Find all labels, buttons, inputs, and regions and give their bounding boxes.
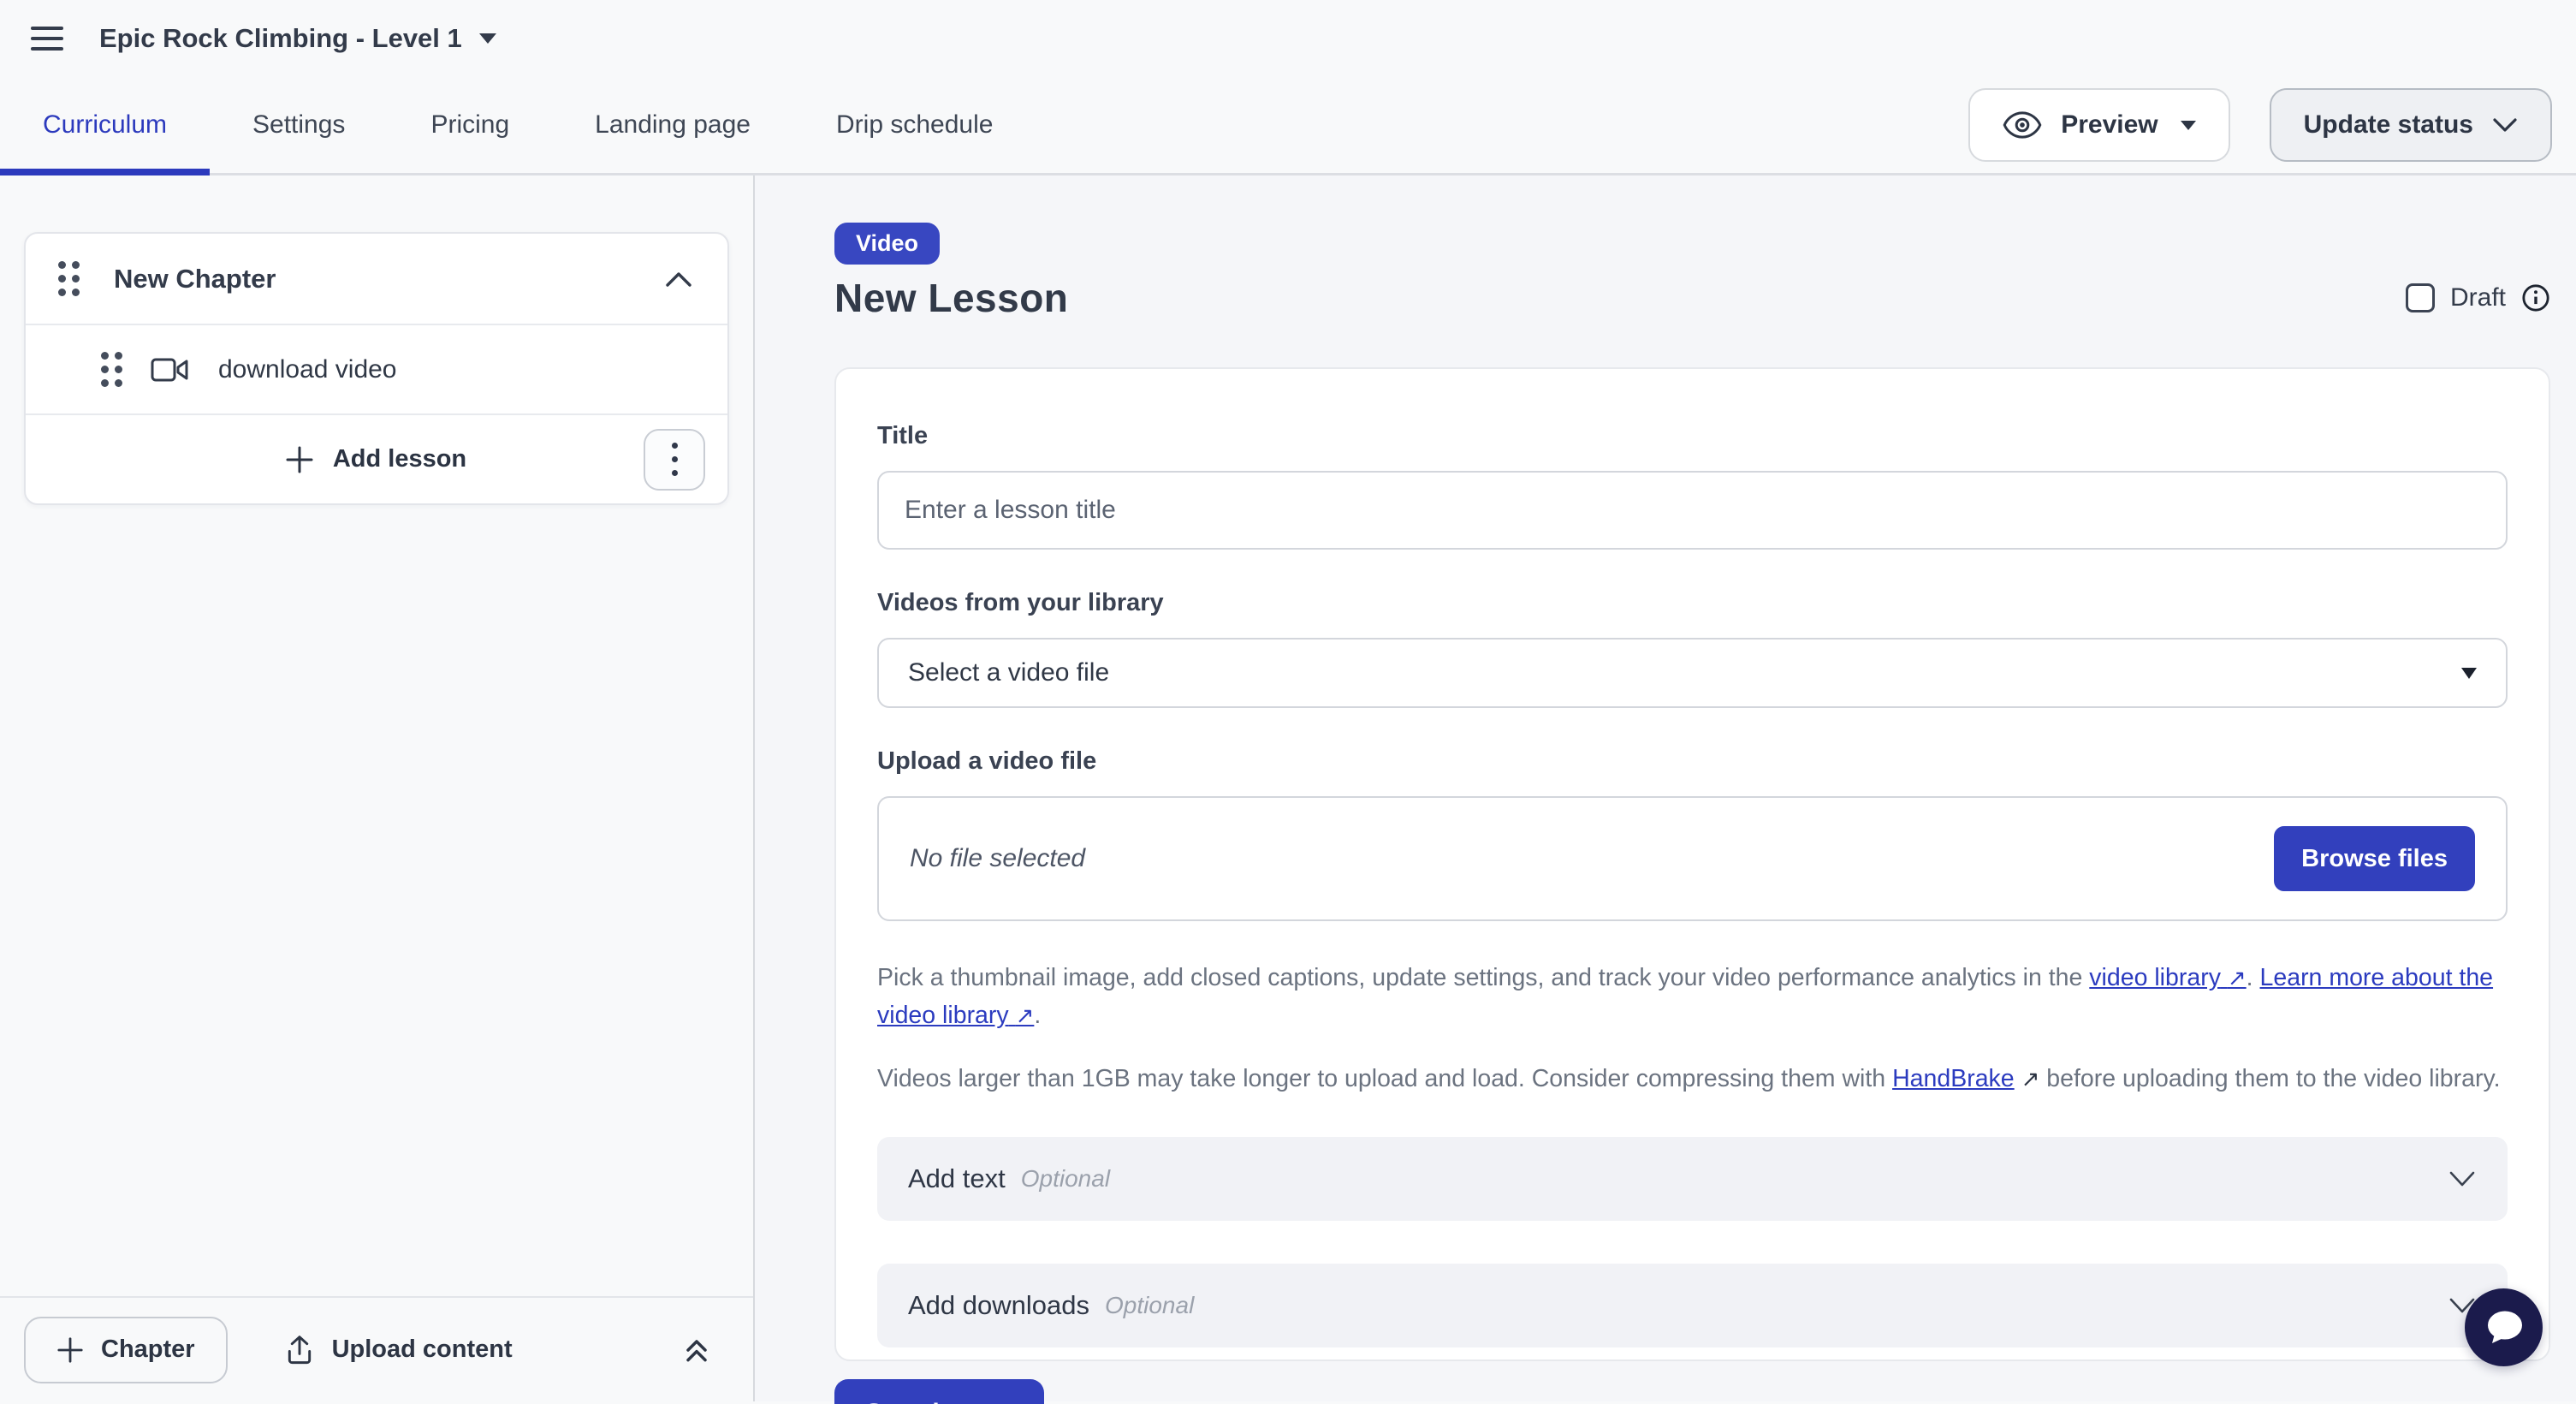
tab-settings[interactable]: Settings [210,77,388,173]
caret-down-icon [479,33,496,44]
add-downloads-accordion[interactable]: Add downloads Optional [877,1264,2508,1347]
lesson-row[interactable]: download video [26,324,727,413]
tab-curriculum[interactable]: Curriculum [0,77,210,173]
update-status-label: Update status [2304,110,2473,140]
tab-landing-page[interactable]: Landing page [552,77,793,173]
add-text-label: Add text [908,1163,1006,1194]
course-switcher[interactable]: Epic Rock Climbing - Level 1 [99,23,496,54]
chevron-up-icon[interactable] [664,271,693,288]
draft-checkbox[interactable] [2406,283,2435,312]
file-upload-dropzone[interactable]: No file selected Browse files [877,796,2508,921]
external-link-icon: ↗ [2228,965,2247,991]
select-caret-icon [2461,668,2477,679]
title-field-label: Title [877,422,2508,450]
chapter-header-row[interactable]: New Chapter [26,234,727,324]
upload-icon [284,1334,315,1366]
add-text-accordion[interactable]: Add text Optional [877,1137,2508,1221]
preview-label: Preview [2061,110,2158,140]
chat-bubble-icon [2483,1308,2526,1347]
external-link-icon: ↗ [2021,1066,2040,1092]
hamburger-menu-icon[interactable] [31,27,63,51]
info-icon[interactable] [2521,283,2550,312]
chapter-card: New Chapter download video [24,232,729,505]
save-lesson-button[interactable]: Save lesson [834,1379,1044,1404]
add-lesson-button[interactable]: Add lesson [285,445,466,474]
drag-handle-icon[interactable] [101,352,122,387]
upload-field-label: Upload a video file [877,747,2508,776]
handbrake-link[interactable]: HandBrake [1892,1065,2015,1092]
chapter-title: New Chapter [114,264,276,294]
update-status-button[interactable]: Update status [2270,88,2552,162]
upload-content-button[interactable]: Upload content [284,1334,513,1366]
add-downloads-optional: Optional [1105,1292,1194,1319]
add-lesson-row: Add lesson [26,413,727,503]
lesson-type-badge: Video [834,223,940,265]
browse-files-button[interactable]: Browse files [2274,826,2475,891]
chat-launcher-button[interactable] [2465,1288,2543,1366]
add-chapter-label: Chapter [101,1336,195,1364]
chapter-options-button[interactable] [644,429,705,491]
collapse-all-icon[interactable] [680,1333,714,1367]
lesson-title: download video [218,355,397,384]
lesson-form-card: Title Videos from your library Select a … [834,367,2550,1361]
no-file-text: No file selected [910,844,1085,873]
lesson-title-input[interactable] [877,471,2508,550]
add-lesson-label: Add lesson [333,445,466,473]
add-downloads-label: Add downloads [908,1290,1089,1321]
video-library-select[interactable]: Select a video file [877,638,2508,708]
add-chapter-button[interactable]: Chapter [24,1317,228,1383]
plus-icon [285,445,314,474]
draft-label: Draft [2450,283,2506,312]
library-field-label: Videos from your library [877,589,2508,617]
drag-handle-icon[interactable] [58,261,80,296]
page-title: New Lesson [834,275,1068,321]
kebab-menu-icon [672,443,678,476]
chevron-down-icon [2448,1170,2477,1187]
video-library-link[interactable]: video library ↗ [2089,964,2246,991]
preview-button[interactable]: Preview [1968,88,2229,162]
video-library-selected-value: Select a video file [908,658,1109,687]
lesson-header: Video New Lesson Draft [834,223,2550,321]
tab-drip-schedule[interactable]: Drip schedule [793,77,1036,173]
course-title: Epic Rock Climbing - Level 1 [99,23,462,54]
curriculum-sidebar: New Chapter download video [0,176,755,1401]
draft-toggle-group: Draft [2406,283,2550,321]
upload-content-label: Upload content [332,1336,513,1364]
sidebar-footer: Chapter Upload content [0,1296,753,1401]
caret-down-icon [2181,121,2196,130]
lesson-editor: Video New Lesson Draft Title Videos from… [755,176,2576,1401]
plus-icon [56,1336,84,1364]
external-link-icon: ↗ [1016,1002,1035,1028]
add-text-optional: Optional [1021,1165,1110,1193]
video-help-text: Pick a thumbnail image, add closed capti… [877,959,2508,1034]
tab-bar: Curriculum Settings Pricing Landing page… [0,77,2576,176]
top-bar: Epic Rock Climbing - Level 1 [0,0,2576,77]
compression-help-text: Videos larger than 1GB may take longer t… [877,1060,2508,1098]
video-camera-icon [150,356,189,384]
tab-pricing[interactable]: Pricing [388,77,552,173]
chevron-down-icon [2492,117,2518,133]
eye-icon [2003,110,2042,140]
